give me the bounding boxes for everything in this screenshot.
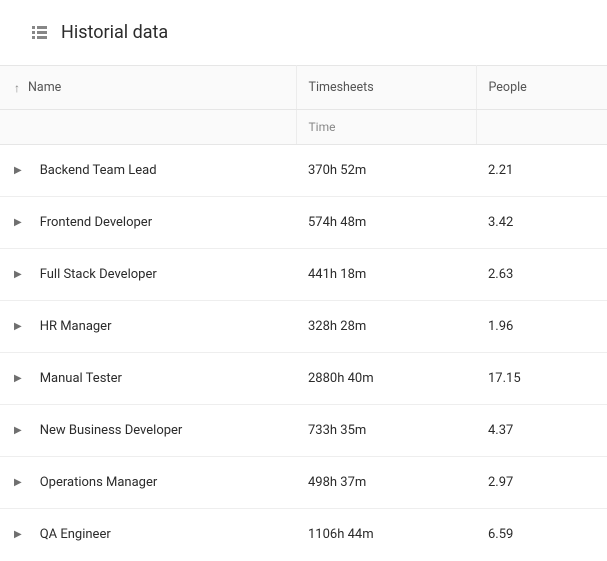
column-header-name[interactable]: ↑ Name xyxy=(0,66,296,110)
row-time: 2880h 40m xyxy=(308,371,374,386)
expand-icon[interactable]: ▶ xyxy=(14,166,22,176)
column-subheader-time[interactable]: Time xyxy=(296,110,476,145)
table-row[interactable]: ▶ Manual Tester 2880h 40m 17.15 xyxy=(0,353,607,405)
expand-icon[interactable]: ▶ xyxy=(14,270,22,280)
table-row[interactable]: ▶ New Business Developer 733h 35m 4.37 xyxy=(0,405,607,457)
expand-icon[interactable]: ▶ xyxy=(14,426,22,436)
row-people: 4.37 xyxy=(488,423,513,438)
expand-icon[interactable]: ▶ xyxy=(14,478,22,488)
column-header-name-label: Name xyxy=(28,80,61,95)
expand-icon[interactable]: ▶ xyxy=(14,530,22,540)
row-people: 3.42 xyxy=(488,215,513,230)
row-people: 1.96 xyxy=(488,319,513,334)
page-header: Historial data xyxy=(0,0,607,65)
column-header-people-label: People xyxy=(489,80,527,95)
table-row[interactable]: ▶ Backend Team Lead 370h 52m 2.21 xyxy=(0,145,607,197)
column-subheader-time-label: Time xyxy=(309,120,336,134)
row-name: New Business Developer xyxy=(40,423,183,438)
table-row[interactable]: ▶ HR Manager 328h 28m 1.96 xyxy=(0,301,607,353)
row-people: 17.15 xyxy=(488,371,521,386)
table-row[interactable]: ▶ Full Stack Developer 441h 18m 2.63 xyxy=(0,249,607,301)
expand-icon[interactable]: ▶ xyxy=(14,218,22,228)
row-name: Manual Tester xyxy=(40,371,122,386)
row-time: 733h 35m xyxy=(308,423,366,438)
row-time: 574h 48m xyxy=(308,215,366,230)
row-name: Frontend Developer xyxy=(40,215,152,230)
table-row[interactable]: ▶ Operations Manager 498h 37m 2.97 xyxy=(0,457,607,509)
list-icon xyxy=(32,26,47,39)
row-time: 328h 28m xyxy=(308,319,366,334)
row-name: Full Stack Developer xyxy=(40,267,157,282)
row-time: 441h 18m xyxy=(308,267,366,282)
column-header-timesheets-label: Timesheets xyxy=(309,80,374,95)
expand-icon[interactable]: ▶ xyxy=(14,322,22,332)
row-people: 2.63 xyxy=(488,267,513,282)
row-people: 6.59 xyxy=(488,527,513,542)
row-time: 498h 37m xyxy=(308,475,366,490)
expand-icon[interactable]: ▶ xyxy=(14,374,22,384)
row-name: Backend Team Lead xyxy=(40,163,157,178)
row-name: QA Engineer xyxy=(40,527,111,542)
row-time: 370h 52m xyxy=(308,163,366,178)
row-people: 2.21 xyxy=(488,163,513,178)
column-subheader-empty xyxy=(476,110,607,145)
data-table: ↑ Name Timesheets People Time ▶ Backend Te… xyxy=(0,65,607,561)
column-header-people[interactable]: People xyxy=(476,66,607,110)
table-row[interactable]: ▶ Frontend Developer 574h 48m 3.42 xyxy=(0,197,607,249)
page-title: Historial data xyxy=(61,22,168,43)
row-time: 1106h 44m xyxy=(308,527,374,542)
table-row[interactable]: ▶ QA Engineer 1106h 44m 6.59 xyxy=(0,509,607,561)
column-subheader-empty xyxy=(0,110,296,145)
sort-asc-icon: ↑ xyxy=(14,81,20,95)
row-name: HR Manager xyxy=(40,319,112,334)
column-header-timesheets[interactable]: Timesheets xyxy=(296,66,476,110)
row-name: Operations Manager xyxy=(40,475,158,490)
row-people: 2.97 xyxy=(488,475,513,490)
